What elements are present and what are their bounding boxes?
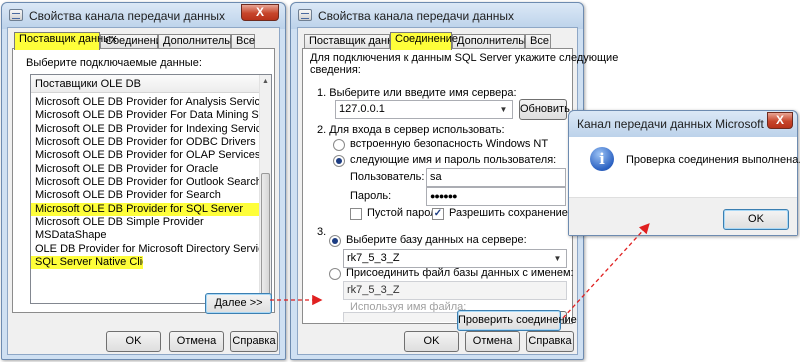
list-item[interactable]: MSDataShape — [31, 229, 259, 242]
attach-file-value: rk7_5_3_Z — [347, 284, 400, 296]
save-password-checkbox[interactable]: ✓ — [432, 208, 444, 220]
list-item[interactable]: Microsoft OLE DB Provider for Analysis S… — [31, 96, 259, 109]
message-body: i Проверка соединения выполнена. OK — [569, 137, 800, 235]
auth-nt-label: встроенную безопасность Windows NT — [350, 138, 549, 150]
test-result-message-box: Канал передачи данных Microsoft X i Пров… — [568, 110, 800, 236]
dialog-body: Поставщик данных Соединение Дополнительн… — [7, 27, 280, 355]
blank-password-label: Пустой пароль — [367, 207, 443, 219]
ok-button[interactable]: OK — [106, 331, 161, 352]
tab-all[interactable]: Все — [231, 34, 255, 49]
window-title: Свойства канала передачи данных — [29, 9, 226, 23]
test-connection-button[interactable]: Проверить соединение — [457, 310, 577, 331]
list-item[interactable]: Microsoft OLE DB Provider for Search — [31, 189, 259, 202]
window-title: Канал передачи данных Microsoft — [577, 117, 764, 131]
help-button[interactable]: Справка — [526, 331, 574, 352]
help-button[interactable]: Справка — [230, 331, 278, 352]
provider-list[interactable]: Поставщики OLE DB Microsoft OLE DB Provi… — [30, 74, 272, 304]
attach-file-label: Присоединить файл базы данных с именем: — [346, 267, 574, 279]
cancel-button[interactable]: Отмена — [465, 331, 520, 352]
tab-all[interactable]: Все — [525, 34, 551, 49]
select-data-prompt: Выберите подключаемые данные: — [26, 57, 202, 69]
tab-advanced[interactable]: Дополнительно — [452, 34, 536, 49]
database-value: rk7_5_3_Z — [347, 252, 400, 264]
select-db-radio[interactable] — [329, 235, 341, 247]
next-button[interactable]: Далее >> — [205, 293, 272, 314]
window-icon — [298, 9, 312, 21]
blank-password-checkbox[interactable] — [350, 208, 362, 220]
chevron-down-icon[interactable]: ▼ — [497, 102, 510, 117]
server-name-combo[interactable]: 127.0.0.1 ▼ — [335, 100, 513, 119]
message-text: Проверка соединения выполнена. — [626, 154, 800, 166]
list-item[interactable]: Microsoft OLE DB Provider for ODBC Drive… — [31, 136, 259, 149]
select-db-label: Выберите базу данных на сервере: — [346, 234, 527, 246]
info-icon: i — [590, 147, 614, 171]
scroll-up-icon[interactable]: ▲ — [260, 75, 271, 89]
tab-connection[interactable]: Соединение — [390, 32, 458, 50]
auth-sql-radio[interactable] — [333, 155, 345, 167]
list-item[interactable]: Microsoft OLE DB Provider for Indexing S… — [31, 123, 259, 136]
title-bar[interactable]: Канал передачи данных Microsoft X — [569, 111, 797, 137]
list-item[interactable]: Microsoft OLE DB Provider for Oracle — [31, 163, 259, 176]
list-item[interactable]: OLE DB Provider for Microsoft Directory … — [31, 243, 259, 256]
password-label: Пароль: — [350, 190, 392, 202]
database-combo[interactable]: rk7_5_3_Z ▼ — [343, 249, 567, 268]
close-button[interactable]: X — [241, 4, 279, 21]
list-item-highlighted[interactable]: SQL Server Native Client 11.0 — [31, 256, 143, 269]
auth-nt-radio[interactable] — [333, 139, 345, 151]
password-value: ●●●●●● — [430, 191, 458, 201]
intro-text-line1: Для подключения к данным SQL Server укаж… — [310, 52, 619, 64]
attach-file-field[interactable]: rk7_5_3_Z — [343, 281, 567, 300]
user-value: sa — [430, 171, 442, 183]
tab-provider[interactable]: Поставщик данных — [304, 34, 407, 49]
ok-button[interactable]: OK — [723, 209, 789, 230]
list-item-selected[interactable]: Microsoft OLE DB Provider for SQL Server — [31, 203, 259, 216]
tab-provider[interactable]: Поставщик данных — [14, 32, 117, 50]
user-field[interactable]: sa — [426, 168, 566, 187]
tab-advanced[interactable]: Дополнительно — [158, 34, 242, 49]
step2-label: 2. Для входа в сервер использовать: — [317, 124, 505, 136]
auth-sql-label: следующие имя и пароль пользователя: — [350, 154, 557, 166]
tab-panel: Для подключения к данным SQL Server укаж… — [302, 48, 618, 324]
window-icon — [9, 9, 23, 21]
dialog-body: Поставщик данных Соединение Дополнительн… — [297, 27, 618, 355]
chevron-down-icon[interactable]: ▼ — [551, 251, 564, 266]
close-button[interactable]: X — [767, 112, 793, 129]
data-link-properties-window-providers: Свойства канала передачи данных X Постав… — [1, 2, 286, 360]
intro-text-line2: сведения: — [310, 64, 361, 76]
list-item[interactable]: Microsoft OLE DB Provider For Data Minin… — [31, 109, 259, 122]
data-link-properties-window-connection: Свойства канала передачи данных Поставщи… — [290, 2, 618, 360]
list-item[interactable]: Microsoft OLE DB Provider for Outlook Se… — [31, 176, 259, 189]
cancel-button[interactable]: Отмена — [169, 331, 224, 352]
attach-file-radio[interactable] — [329, 268, 341, 280]
tab-panel: Выберите подключаемые данные: Поставщики… — [12, 48, 275, 313]
vertical-scrollbar[interactable]: ▲ ▼ — [259, 75, 271, 303]
scroll-thumb[interactable] — [261, 173, 270, 303]
provider-list-header: Поставщики OLE DB — [31, 75, 259, 93]
ok-button[interactable]: OK — [404, 331, 459, 352]
step1-label: 1. Выберите или введите имя сервера: — [317, 87, 517, 99]
password-field[interactable]: ●●●●●● — [426, 187, 566, 206]
list-item[interactable]: Microsoft OLE DB Simple Provider — [31, 216, 259, 229]
list-item[interactable]: Microsoft OLE DB Provider for OLAP Servi… — [31, 149, 259, 162]
title-bar[interactable]: Свойства канала передачи данных X — [2, 3, 285, 29]
user-label: Пользователь: — [350, 171, 425, 183]
server-name-value: 127.0.0.1 — [339, 103, 385, 115]
title-bar[interactable]: Свойства канала передачи данных — [291, 3, 583, 29]
refresh-button[interactable]: Обновить — [519, 99, 570, 120]
window-title: Свойства канала передачи данных — [318, 9, 515, 23]
step3-label: 3. — [317, 226, 327, 238]
